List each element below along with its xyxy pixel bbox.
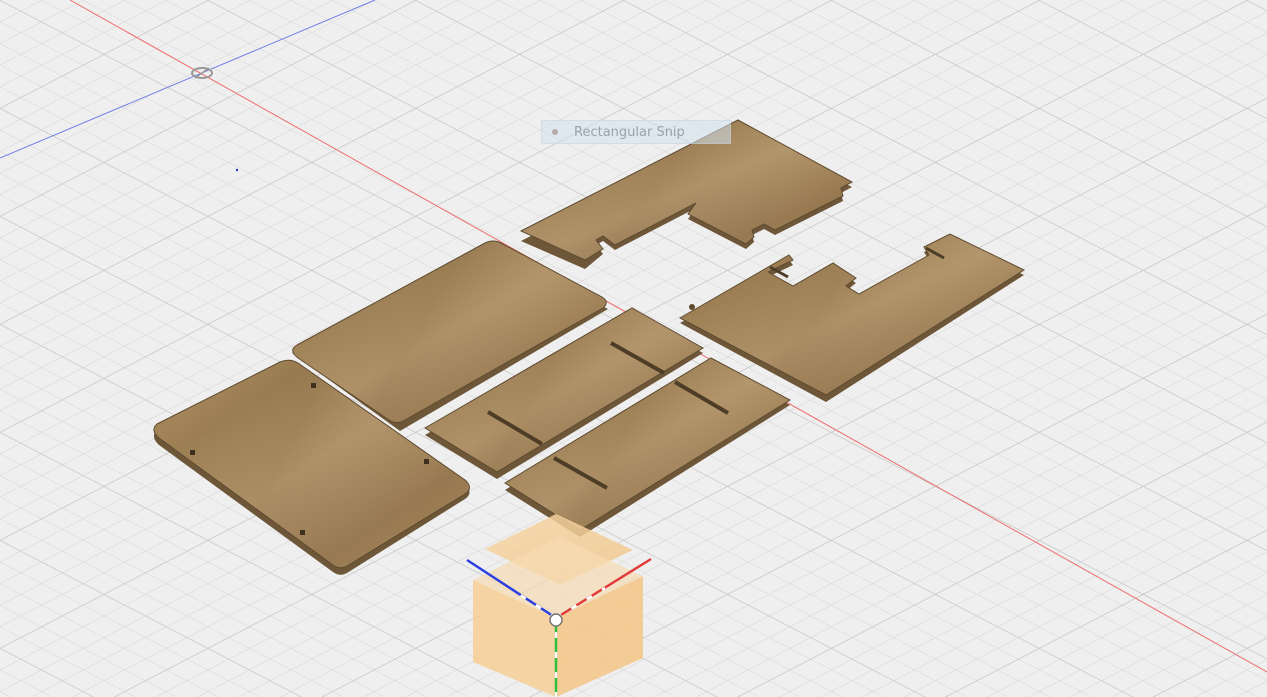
rectangular-snip-tooltip[interactable]: Rectangular Snip [541,120,731,144]
sketch-point [235,168,239,172]
snip-icon [550,127,560,137]
snip-label: Rectangular Snip [574,124,685,140]
3d-scene[interactable] [0,0,1267,697]
canvas-viewport[interactable]: Rectangular Snip [0,0,1267,697]
